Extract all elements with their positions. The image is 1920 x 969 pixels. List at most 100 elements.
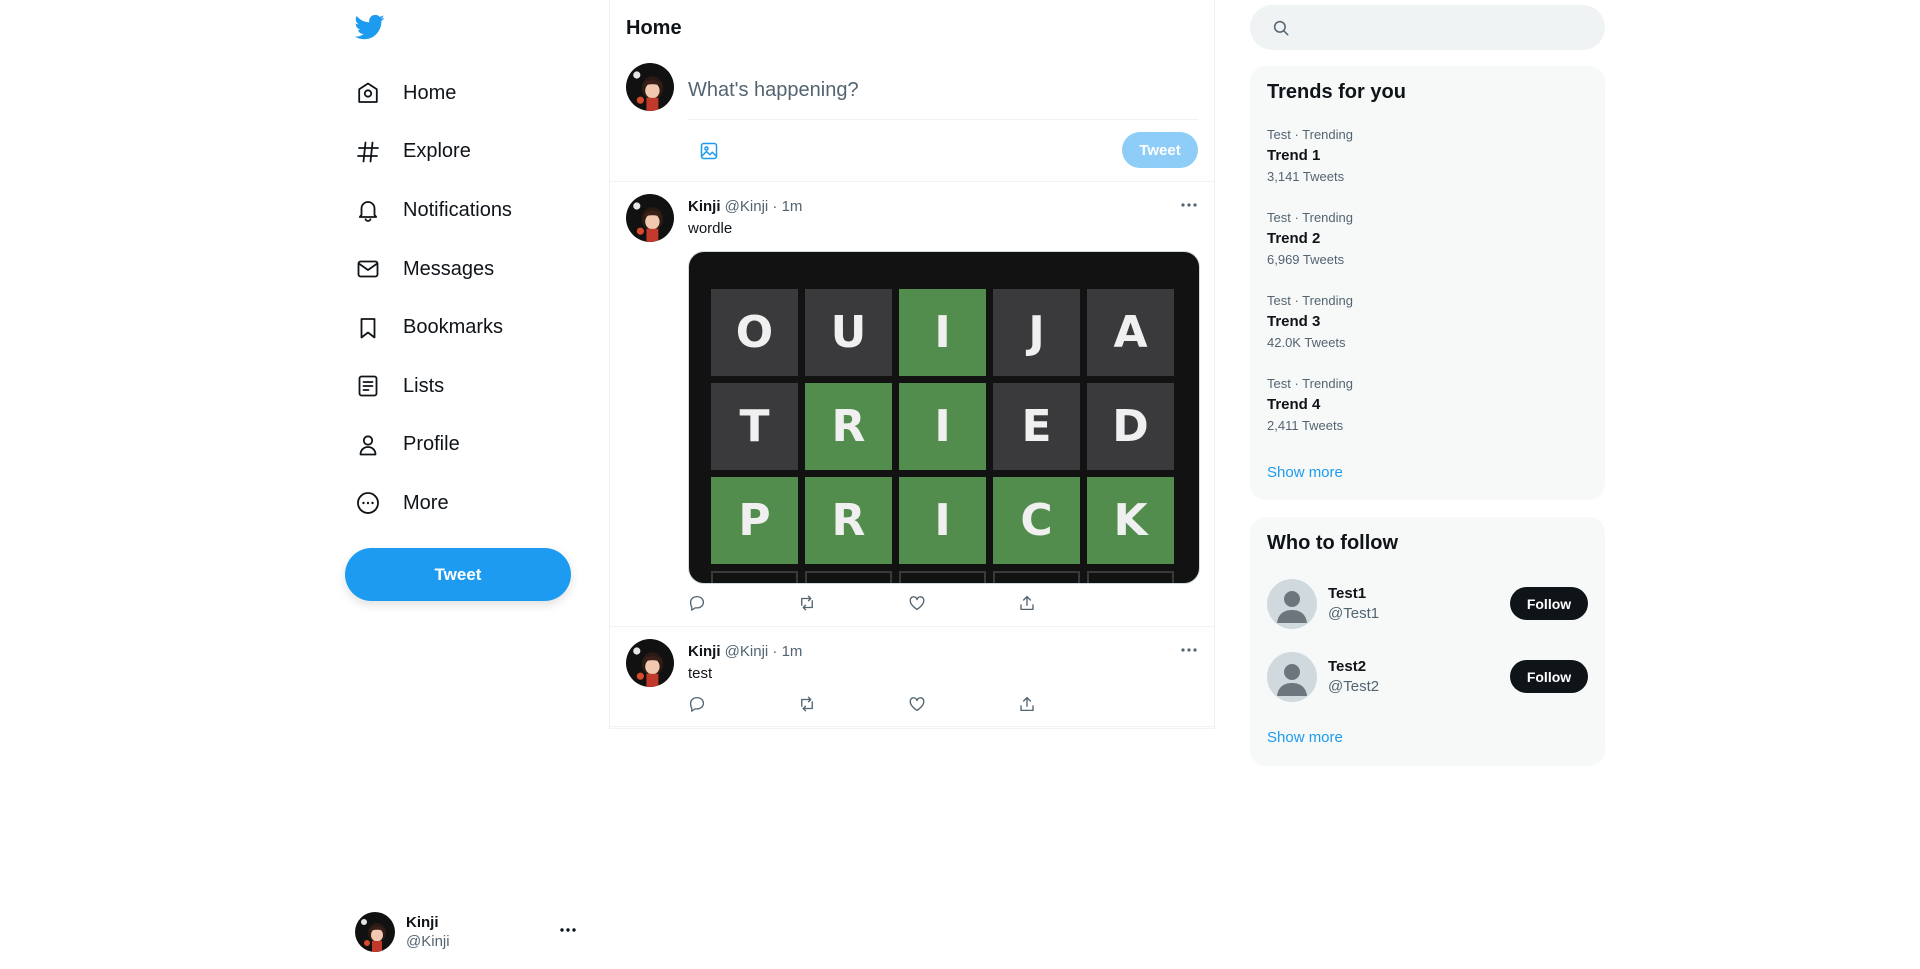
- follow-button[interactable]: Follow: [1510, 587, 1588, 620]
- follow-suggestion[interactable]: Test2 @Test2 Follow: [1267, 652, 1588, 702]
- nav-item-lists[interactable]: Lists: [345, 357, 575, 416]
- tweet-time[interactable]: 1m: [782, 643, 803, 660]
- follow-suggestion[interactable]: Test1 @Test1 Follow: [1267, 579, 1588, 629]
- avatar: [626, 63, 674, 111]
- follow-name[interactable]: Test2: [1328, 657, 1379, 677]
- search-input[interactable]: [1302, 19, 1582, 36]
- nav-item-bookmarks[interactable]: Bookmarks: [345, 298, 575, 357]
- search-icon: [1272, 19, 1290, 37]
- trend-title: Trend 1: [1267, 147, 1321, 164]
- wordle-tile: J: [993, 289, 1080, 376]
- account-switcher[interactable]: Kinji @Kinji: [355, 909, 585, 955]
- follow-button[interactable]: Follow: [1510, 660, 1588, 693]
- wordle-tile: A: [1087, 289, 1174, 376]
- nav-label: Home: [403, 81, 457, 104]
- wordle-tile: I: [899, 383, 986, 470]
- trend-item[interactable]: Test · Trending Trend 1 3,141 Tweets: [1267, 127, 1587, 184]
- wordle-tile-empty: [899, 571, 986, 583]
- avatar[interactable]: [1267, 579, 1317, 629]
- wordle-tile-empty: [805, 571, 892, 583]
- divider: [688, 119, 1198, 120]
- search-bar[interactable]: [1250, 5, 1605, 50]
- bell-icon: [355, 197, 381, 223]
- tweet-media-wordle[interactable]: OUIJATRIEDPRICK: [688, 251, 1200, 584]
- trend-count: 42.0K Tweets: [1267, 335, 1346, 350]
- trends-title: Trends for you: [1267, 81, 1406, 103]
- tweet[interactable]: Kinji @Kinji · 1m test: [610, 627, 1214, 727]
- trend-title: Trend 3: [1267, 313, 1321, 330]
- follow-show-more-link[interactable]: Show more: [1267, 729, 1343, 746]
- nav-item-messages[interactable]: Messages: [345, 240, 575, 299]
- hashtag-icon: [355, 139, 381, 165]
- wordle-tile: P: [711, 477, 798, 564]
- follow-handle: @Test1: [1328, 605, 1380, 622]
- person-icon: [355, 432, 381, 458]
- nav-label: Bookmarks: [403, 316, 504, 339]
- nav-item-explore[interactable]: Explore: [345, 123, 575, 182]
- account-names: Kinji @Kinji: [406, 913, 450, 951]
- home-timeline: Home What's happening? Tweet Kinji @Kinj…: [609, 0, 1215, 729]
- trend-context: Test · Trending: [1267, 127, 1353, 142]
- trend-item[interactable]: Test · Trending Trend 4 2,411 Tweets: [1267, 376, 1587, 433]
- more-circle-icon: [355, 490, 381, 516]
- trend-context: Test · Trending: [1267, 210, 1353, 225]
- nav-label: Explore: [403, 140, 471, 163]
- avatar: [355, 912, 395, 952]
- follow-names: Test1 @Test1: [1328, 584, 1379, 624]
- nav-item-notifications[interactable]: Notifications: [345, 181, 575, 240]
- image-icon[interactable]: [699, 141, 719, 161]
- trend-title: Trend 2: [1267, 230, 1321, 247]
- follow-handle: @Test2: [1328, 678, 1380, 695]
- tweet-author-handle[interactable]: @Kinji: [725, 643, 769, 660]
- avatar[interactable]: [1267, 652, 1317, 702]
- wordle-tile: I: [899, 289, 986, 376]
- page-title: Home: [626, 17, 682, 39]
- like-icon[interactable]: [908, 695, 926, 713]
- tweet-button[interactable]: Tweet: [345, 548, 571, 601]
- who-to-follow-panel: Who to follow Test1 @Test1 Follow Test2 …: [1250, 517, 1605, 766]
- reply-icon[interactable]: [688, 695, 706, 713]
- tweet-author-handle[interactable]: @Kinji: [725, 198, 769, 215]
- account-handle: @Kinji: [406, 933, 450, 950]
- main-nav: Home Explore Notifications Messages Book…: [345, 64, 575, 533]
- avatar[interactable]: [626, 639, 674, 687]
- twitter-bird-icon[interactable]: [355, 12, 385, 42]
- tweet-time[interactable]: 1m: [782, 198, 803, 215]
- trend-item[interactable]: Test · Trending Trend 2 6,969 Tweets: [1267, 210, 1587, 267]
- more-dots-icon[interactable]: [1180, 196, 1198, 214]
- share-icon[interactable]: [1018, 594, 1036, 612]
- like-icon[interactable]: [908, 594, 926, 612]
- left-sidebar: Home Explore Notifications Messages Book…: [345, 0, 585, 969]
- trend-count: 6,969 Tweets: [1267, 252, 1345, 267]
- tweet-author-name[interactable]: Kinji: [688, 198, 721, 215]
- retweet-icon[interactable]: [798, 695, 816, 713]
- wordle-tile-empty: [993, 571, 1080, 583]
- reply-icon[interactable]: [688, 594, 706, 612]
- share-icon[interactable]: [1018, 695, 1036, 713]
- trend-count: 3,141 Tweets: [1267, 169, 1345, 184]
- trend-item[interactable]: Test · Trending Trend 3 42.0K Tweets: [1267, 293, 1587, 350]
- bookmark-icon: [355, 315, 381, 341]
- nav-item-profile[interactable]: Profile: [345, 416, 575, 475]
- nav-item-home[interactable]: Home: [345, 64, 575, 123]
- follow-names: Test2 @Test2: [1328, 657, 1379, 697]
- nav-item-more[interactable]: More: [345, 474, 575, 533]
- nav-label: Lists: [403, 374, 445, 397]
- more-dots-icon[interactable]: [559, 921, 577, 939]
- compose-input[interactable]: What's happening?: [688, 79, 859, 102]
- tweet[interactable]: Kinji @Kinji · 1m wordle OUIJATRIEDPRICK: [610, 182, 1214, 627]
- tweet-author-name[interactable]: Kinji: [688, 643, 721, 660]
- follow-name[interactable]: Test1: [1328, 584, 1379, 604]
- trends-panel: Trends for you Test · Trending Trend 1 3…: [1250, 66, 1605, 500]
- wordle-tile: R: [805, 383, 892, 470]
- compose-tweet-button[interactable]: Tweet: [1122, 132, 1198, 168]
- tweet-text: test: [688, 665, 713, 682]
- wordle-tile: R: [805, 477, 892, 564]
- avatar[interactable]: [626, 194, 674, 242]
- wordle-tile-empty: [711, 571, 798, 583]
- trends-show-more-link[interactable]: Show more: [1267, 464, 1343, 481]
- retweet-icon[interactable]: [798, 594, 816, 612]
- more-dots-icon[interactable]: [1180, 641, 1198, 659]
- nav-label: More: [403, 491, 449, 514]
- trend-context: Test · Trending: [1267, 376, 1353, 391]
